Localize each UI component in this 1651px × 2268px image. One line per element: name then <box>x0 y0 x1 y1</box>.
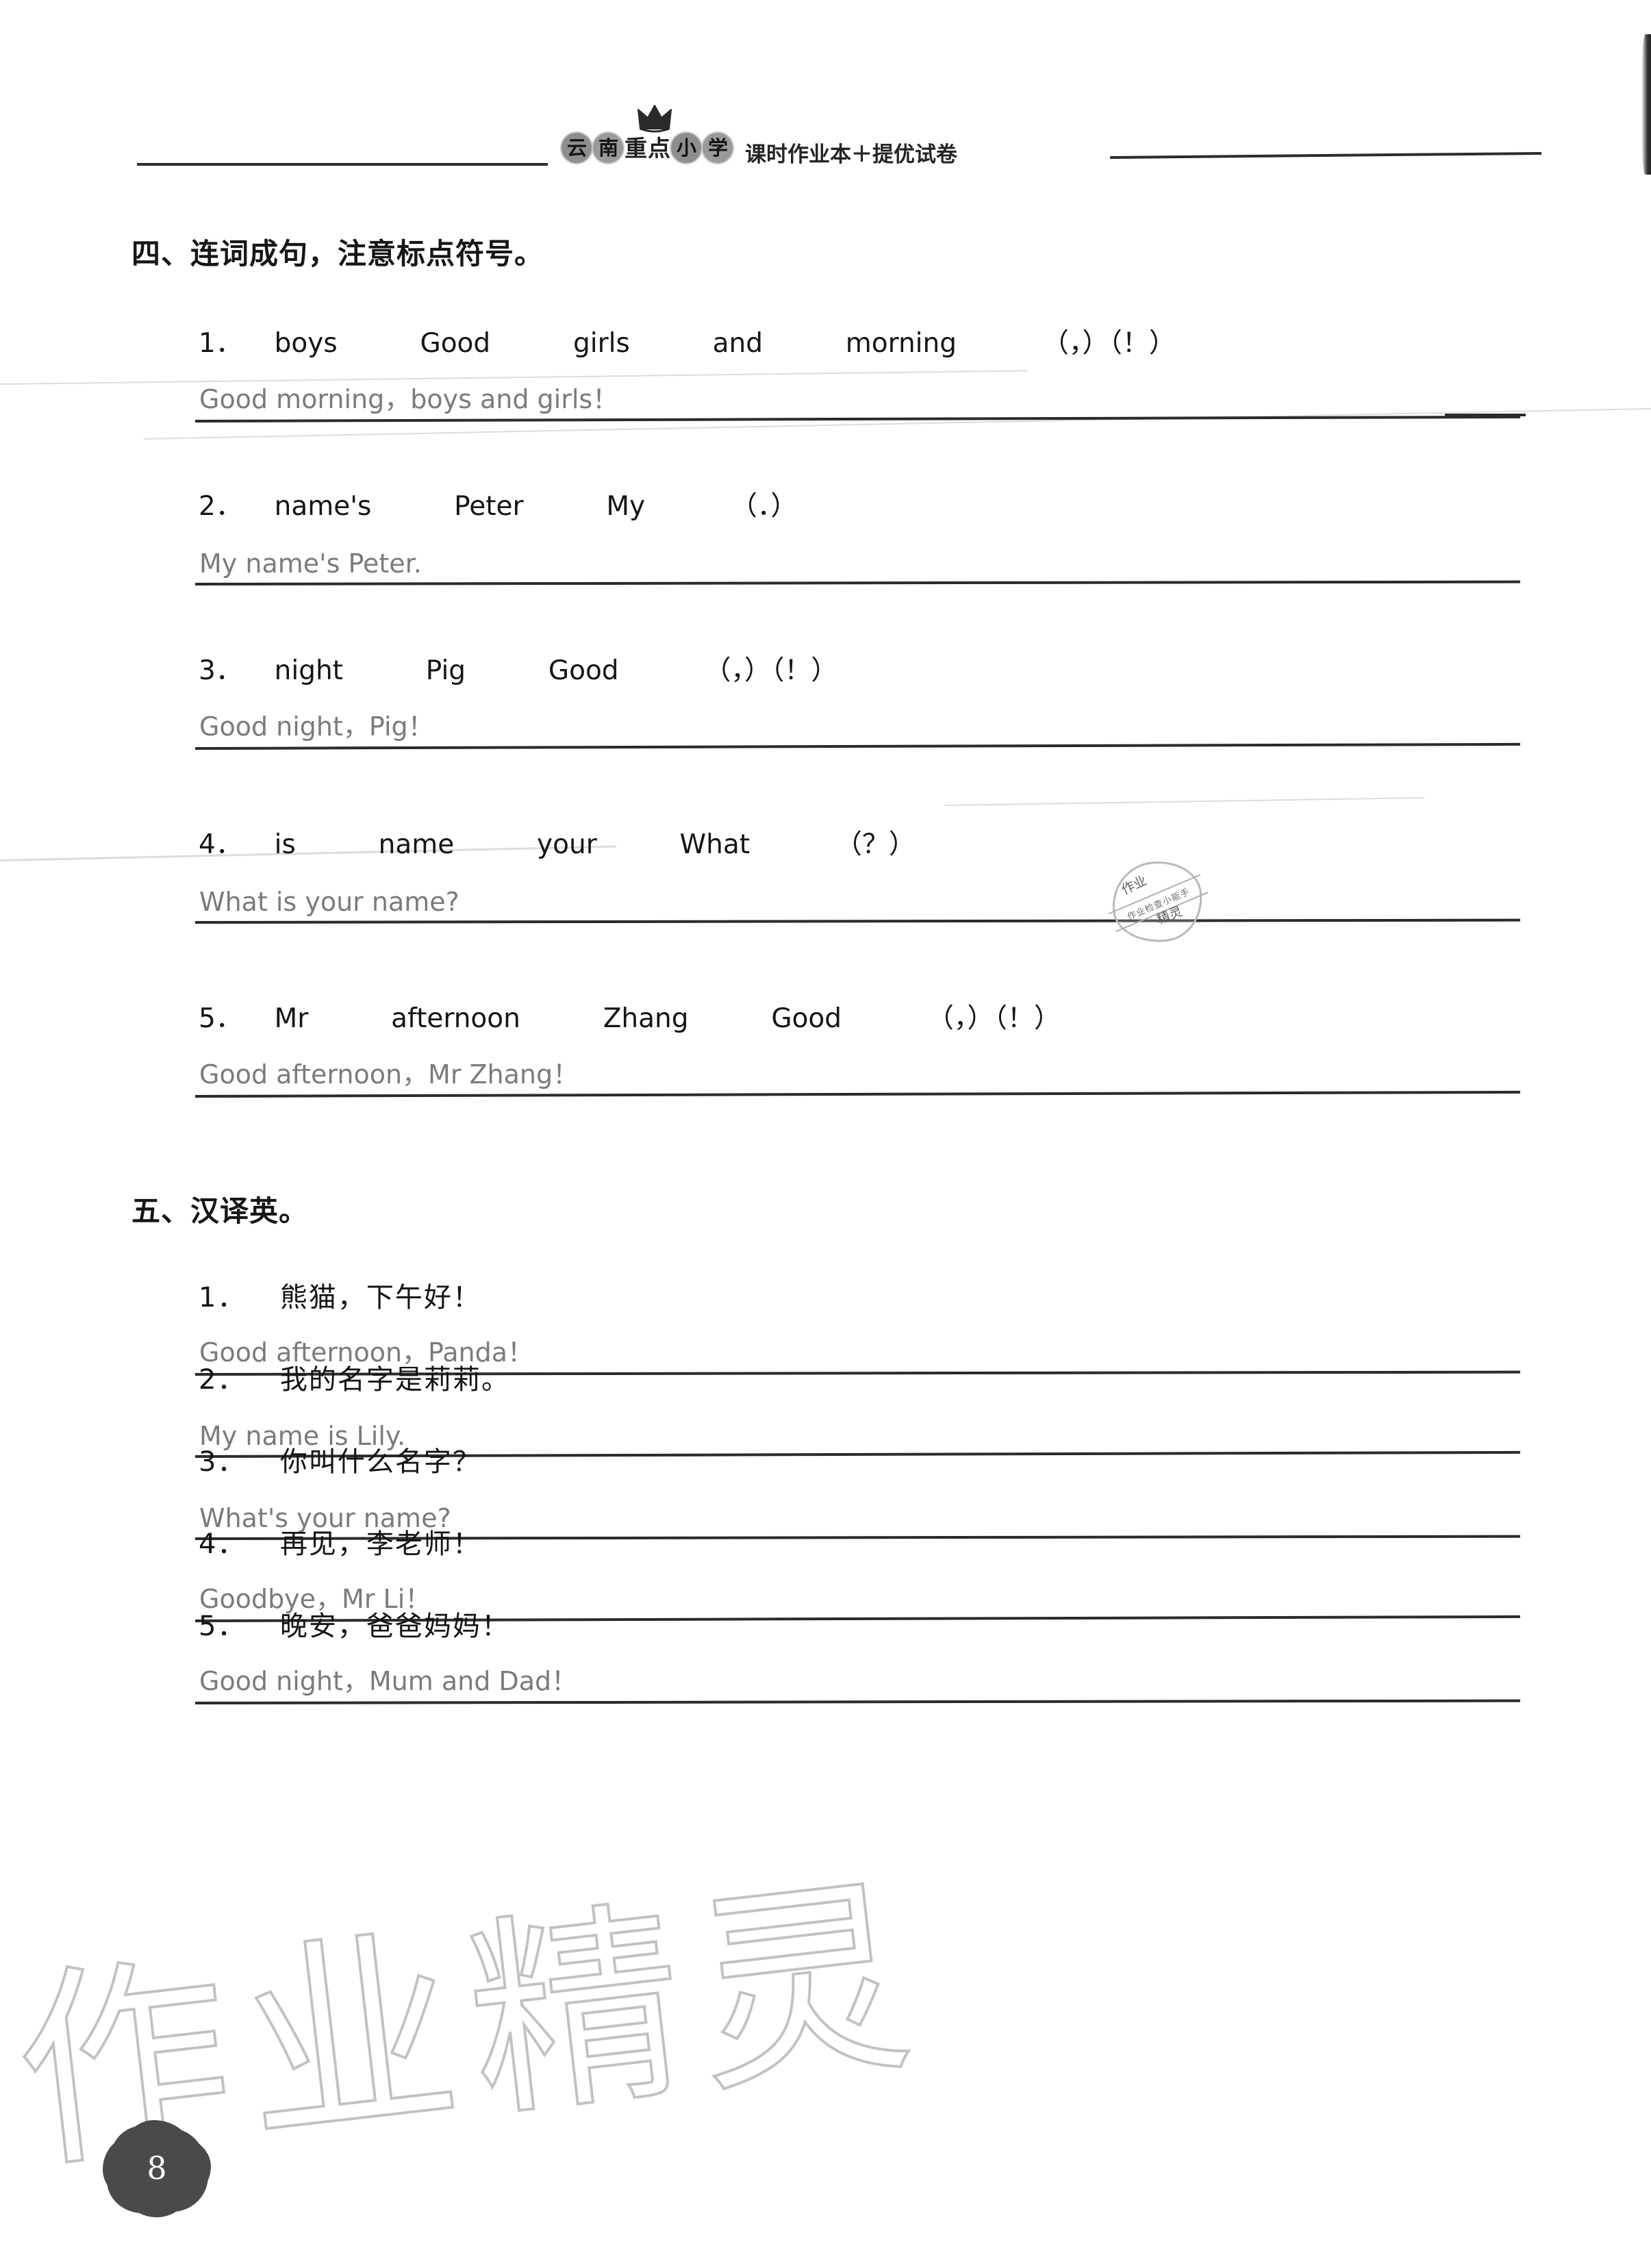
prompt-word: Good <box>420 328 491 359</box>
question-number: 4． <box>199 1528 247 1560</box>
brand-char: 小 <box>671 133 701 163</box>
answer-slot[interactable]: My name's Peter. <box>194 536 1521 585</box>
question-prompt-line: 4． 再见，李老师！ <box>199 1522 481 1561</box>
question-number: 2． <box>199 491 242 522</box>
prompt-word: My <box>606 491 646 522</box>
answer-text: Good morning，boys and girls！ <box>199 384 619 414</box>
question-prompt-line: 4． is name your What （？） <box>199 823 916 861</box>
answer-slot[interactable]: Good afternoon，Mr Zhang！ <box>194 1048 1520 1098</box>
question-prompt-line: 5． 晚安，爸爸妈妈！ <box>199 1604 510 1643</box>
prompt-word: your <box>537 829 597 860</box>
question-number: 1． <box>199 1282 247 1313</box>
prompt-text: 你叫什么名字？ <box>279 1446 481 1478</box>
page-header: 云 南 重 点 小 学 课时作业本＋提优试卷 <box>0 103 1651 192</box>
question-number: 5． <box>199 1611 247 1642</box>
worksheet-page: 云 南 重 点 小 学 课时作业本＋提优试卷 四、连词成句，注意标点符号。 1．… <box>0 0 1651 2268</box>
answer-slot[interactable]: Good night，Pig！ <box>194 701 1520 750</box>
question-prompt-line: 2． 我的名字是莉莉。 <box>199 1357 510 1397</box>
question-prompt-line: 2． name's Peter My （．） <box>199 485 797 523</box>
prompt-text: 熊猫，下午好！ <box>279 1282 481 1313</box>
answer-text: My name's Peter. <box>199 549 422 579</box>
punctuation-hint: （，）（！） <box>927 1003 1061 1034</box>
prompt-word: What <box>679 829 751 860</box>
answer-rule <box>194 580 1521 585</box>
answer-rule-fragment <box>1445 414 1526 416</box>
answer-rule <box>194 918 1521 924</box>
question-number: 1． <box>199 328 242 359</box>
prompt-word: Peter <box>454 491 524 522</box>
prompt-word: name <box>378 829 455 860</box>
brand-logo: 云 南 重 点 小 学 <box>562 133 733 163</box>
answer-slot[interactable]: Good morning，boys and girls！ <box>194 373 1520 423</box>
section-heading-5: 五、汉译英。 <box>131 1194 309 1228</box>
crown-icon <box>638 105 672 133</box>
prompt-word: Zhang <box>603 1003 689 1034</box>
header-rule-right <box>1109 151 1541 159</box>
answer-rule <box>194 1090 1520 1098</box>
prompt-word: Good <box>771 1003 842 1034</box>
prompt-word: girls <box>572 328 630 359</box>
prompt-text: 晚安，爸爸妈妈！ <box>279 1611 510 1642</box>
punctuation-hint: （？） <box>835 829 916 860</box>
approval-stamp-icon: 作业 作业检查小能手 精灵 <box>1107 856 1209 948</box>
question-prompt-line: 3． night Pig Good （，）（！） <box>199 649 837 688</box>
question-number: 4． <box>199 829 242 860</box>
header-rule-left <box>137 163 548 166</box>
answer-text: Good night，Pig！ <box>199 711 434 742</box>
brand-char: 云 <box>562 133 592 163</box>
section-heading-4: 四、连词成句，注意标点符号。 <box>131 237 544 270</box>
prompt-word: boys <box>274 328 338 359</box>
question-number: 5． <box>199 1003 242 1034</box>
prompt-word: and <box>712 328 763 359</box>
answer-text: Good night，Mum and Dad！ <box>199 1666 578 1696</box>
prompt-word: night <box>274 655 343 686</box>
prompt-word: name's <box>274 491 372 522</box>
answer-rule <box>194 415 1520 423</box>
answer-rule <box>194 1699 1521 1704</box>
prompt-word: Good <box>548 655 619 686</box>
page-number-text: 8 <box>147 2150 167 2187</box>
answer-text: What is your name? <box>199 887 459 917</box>
question-prompt-line: 1． boys Good girls and morning （，）（！） <box>199 322 1176 360</box>
brand-char: 点 <box>648 134 670 162</box>
punctuation-hint: （，）（！） <box>1042 328 1176 359</box>
header-brand: 云 南 重 点 小 学 课时作业本＋提优试卷 <box>562 103 1109 192</box>
brand-char: 重 <box>625 134 647 162</box>
question-prompt-line: 5． Mr afternoon Zhang Good （，）（！） <box>199 997 1061 1035</box>
scan-crease-line <box>944 797 1424 806</box>
punctuation-hint: （，）（！） <box>704 655 838 686</box>
question-number: 3． <box>199 1446 247 1478</box>
brand-char: 南 <box>593 133 623 163</box>
brand-char: 学 <box>703 133 733 163</box>
brand-subtitle: 课时作业本＋提优试卷 <box>745 142 957 167</box>
answer-rule <box>194 742 1520 750</box>
prompt-word: Pig <box>425 655 466 686</box>
prompt-word: morning <box>845 328 957 359</box>
question-number: 2． <box>199 1364 247 1396</box>
answer-slot[interactable]: Good night，Mum and Dad！ <box>194 1655 1521 1704</box>
answer-text: Good afternoon，Mr Zhang！ <box>199 1059 579 1089</box>
prompt-word: is <box>274 829 296 860</box>
punctuation-hint: （．） <box>730 491 798 522</box>
page-number-badge: 8 <box>116 2130 197 2206</box>
prompt-text: 我的名字是莉莉。 <box>279 1364 510 1396</box>
question-prompt-line: 3． 你叫什么名字？ <box>199 1439 481 1479</box>
prompt-text: 再见，李老师！ <box>279 1528 481 1560</box>
prompt-word: afternoon <box>391 1003 520 1034</box>
question-prompt-line: 1． 熊猫，下午好！ <box>199 1275 481 1315</box>
answer-slot[interactable]: What is your name? <box>194 874 1521 924</box>
prompt-word: Mr <box>274 1003 309 1034</box>
question-number: 3． <box>199 655 242 686</box>
